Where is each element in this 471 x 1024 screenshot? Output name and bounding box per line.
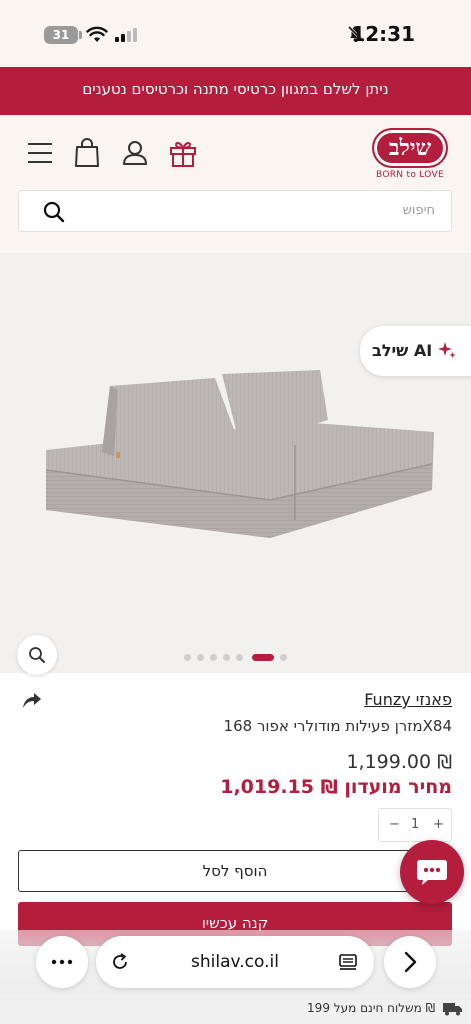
share-icon[interactable] <box>22 690 42 710</box>
product-title: מזרן פעילות מודולרי אפור 168X84 <box>223 717 452 735</box>
menu-icon[interactable] <box>24 136 58 170</box>
increase-quantity-button[interactable]: + <box>433 817 444 832</box>
promo-banner: ניתן לשלם במגוון כרטיסי מתנה וכרטיסים נט… <box>0 67 471 115</box>
more-icon[interactable] <box>50 952 74 972</box>
truck-icon <box>443 1003 462 1016</box>
search-icon[interactable] <box>42 200 66 224</box>
product-price: 1,199.00 ₪ <box>346 751 452 773</box>
shipping-text: משלוח חינם מעל 199 ₪ <box>307 1001 435 1015</box>
carousel-dot[interactable] <box>197 654 204 661</box>
bag-icon[interactable] <box>70 136 104 170</box>
search-placeholder: חיפוש <box>402 203 435 218</box>
signal-icon <box>115 28 137 42</box>
gift-icon[interactable] <box>166 136 200 170</box>
carousel-dot[interactable] <box>184 654 191 661</box>
zoom-icon[interactable] <box>27 645 47 665</box>
reload-icon[interactable] <box>110 952 130 972</box>
user-icon[interactable] <box>118 136 152 170</box>
product-brand-link[interactable]: Funzy פאנזי <box>364 690 452 709</box>
carousel-dot[interactable] <box>210 654 217 661</box>
battery-tip <box>79 31 82 39</box>
sparkle-icon <box>438 342 456 358</box>
quantity-value[interactable]: 1 <box>411 817 419 832</box>
carousel-dot[interactable] <box>223 654 230 661</box>
url-text[interactable]: shilav.co.il <box>150 952 320 972</box>
reader-icon[interactable] <box>338 952 358 972</box>
chevron-right-icon[interactable] <box>399 950 421 974</box>
product-image <box>45 370 434 538</box>
status-time: 12:31 <box>351 22 415 46</box>
search-input[interactable] <box>18 190 452 232</box>
logo-text[interactable]: שילב <box>372 130 448 166</box>
carousel-dot-active[interactable] <box>252 654 274 661</box>
carousel-dot[interactable] <box>236 654 243 661</box>
logo-tagline: BORN to LOVE <box>376 170 444 180</box>
quantity-stepper[interactable]: − 1 + <box>378 808 452 842</box>
carousel-dot[interactable] <box>280 654 287 661</box>
wifi-icon <box>86 26 108 42</box>
carousel-dots[interactable] <box>180 652 290 662</box>
chat-icon[interactable] <box>416 858 448 886</box>
ai-assistant-label[interactable]: שילב AI <box>372 341 432 360</box>
club-price: 1,019.15 ₪ מחיר מועדון <box>220 776 452 798</box>
decrease-quantity-button[interactable]: − <box>389 817 400 832</box>
add-to-cart-button[interactable]: הוסף לסל <box>18 850 452 892</box>
battery-indicator: 31 <box>44 26 78 44</box>
